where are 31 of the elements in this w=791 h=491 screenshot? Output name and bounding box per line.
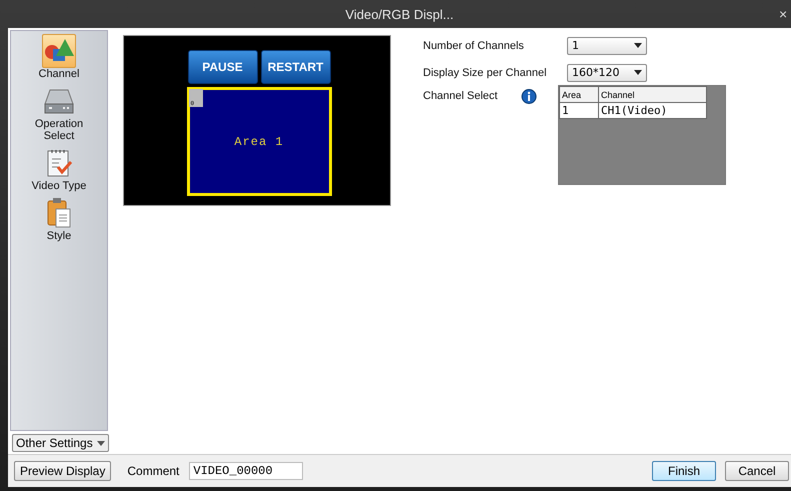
table-cell[interactable]: CH1(Video) [598,102,706,118]
sidebar-label: Style [46,230,72,242]
column-header: Area [560,86,598,102]
checklist-icon [44,148,73,178]
caret-icon [97,440,105,446]
sidebar-label: Channel [38,68,80,80]
field-label: Channel Select [423,90,499,102]
field-label: Number of Channels [423,40,525,52]
clipboard-icon [45,197,73,229]
other-settings-button[interactable]: Other Settings [12,434,109,452]
cancel-button[interactable]: Cancel [725,461,789,481]
caret-icon [634,70,642,75]
info-icon[interactable] [521,89,537,105]
dropdown[interactable]: 160*120 [567,64,647,82]
sidebar-label: Video Type [32,180,86,192]
caret-icon [634,43,642,48]
comment-label: Comment [127,464,180,478]
sidebar-label: Operation Select [34,118,84,142]
sidebar-item[interactable] [42,34,76,68]
preview-display-button[interactable]: Preview Display [14,461,112,481]
window-title: Video/RGB Displ... [345,6,454,22]
dropdown[interactable]: 1 [567,36,647,54]
finish-button[interactable]: Finish [652,461,716,481]
area-label: Area 1 [234,134,284,148]
close-button[interactable]: × [779,6,791,22]
table-cell[interactable]: 1 [560,102,598,118]
preview-button[interactable]: PAUSE [188,50,258,84]
field-label: Display Size per Channel [423,66,548,78]
preview-button[interactable]: RESTART [260,50,330,84]
column-header: Channel [598,86,706,102]
comment-field[interactable]: VIDEO_00000 [189,462,304,480]
